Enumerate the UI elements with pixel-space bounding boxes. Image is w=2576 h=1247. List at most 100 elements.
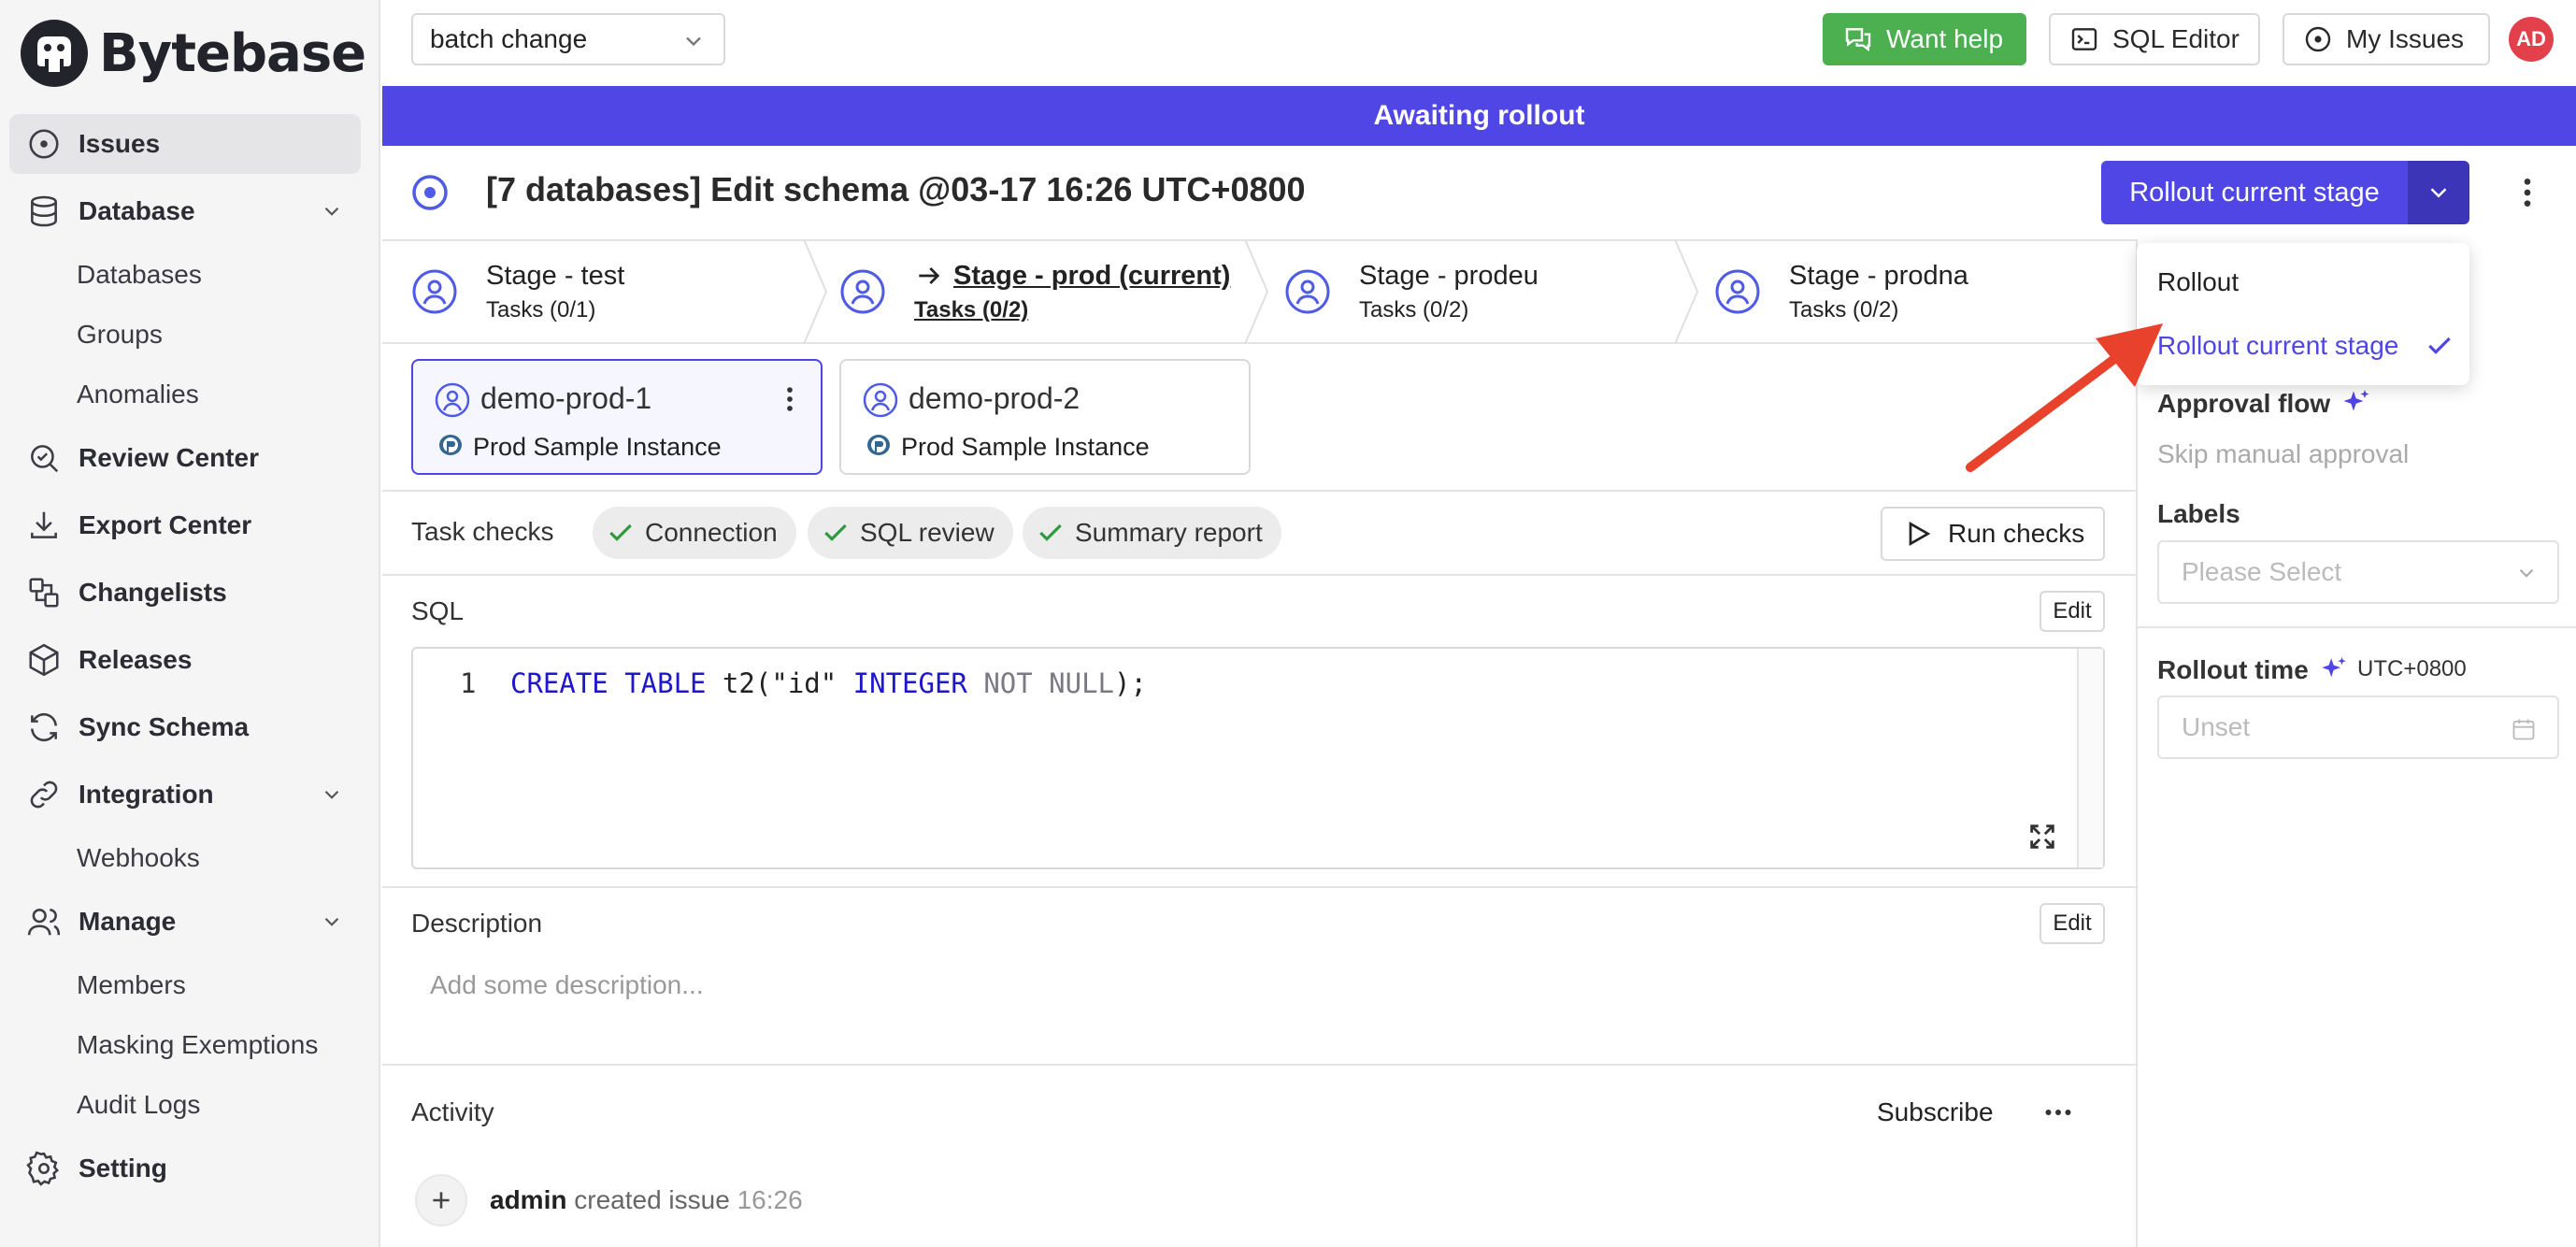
check-label: Summary report xyxy=(1075,518,1263,547)
sql-code[interactable]: CREATE TABLE t2("id" INTEGER NOT NULL); xyxy=(510,667,1147,699)
task-card-demo-prod-2[interactable]: demo-prod-2 Prod Sample Instance xyxy=(839,359,1251,475)
task-name: demo-prod-2 xyxy=(909,381,1080,415)
sql-editor-label: SQL Editor xyxy=(2112,24,2240,53)
want-help-button[interactable]: Want help xyxy=(1823,13,2026,65)
rollout-options-button[interactable] xyxy=(2408,161,2469,224)
sidebar-item-changelists[interactable]: Changelists xyxy=(9,563,361,623)
sidebar-sub-groups[interactable]: Groups xyxy=(77,316,163,353)
rollout-time-placeholder: Unset xyxy=(2182,712,2251,741)
run-checks-button[interactable]: Run checks xyxy=(1881,507,2105,561)
rollout-current-stage-button[interactable]: Rollout current stage xyxy=(2101,161,2408,224)
sql-edit-button[interactable]: Edit xyxy=(2039,591,2105,632)
check-icon xyxy=(824,523,847,541)
line-number: 1 xyxy=(460,667,477,699)
more-horizontal-icon[interactable] xyxy=(2041,1096,2075,1129)
sidebar-sub-masking-exemptions[interactable]: Masking Exemptions xyxy=(77,1026,318,1064)
description-edit-button[interactable]: Edit xyxy=(2039,903,2105,944)
check-sql-review[interactable]: SQL review xyxy=(808,507,1013,559)
sidebar-item-database[interactable]: Database xyxy=(9,181,361,241)
activity-title: Activity xyxy=(411,1097,494,1126)
annotation-arrow xyxy=(1966,323,2163,472)
approval-flow-label: Approval flow xyxy=(2157,387,2373,421)
check-label: Connection xyxy=(645,518,778,547)
sidebar-sub-members[interactable]: Members xyxy=(77,967,186,1004)
sidebar-item-issues[interactable]: Issues xyxy=(9,114,361,174)
rollout-time-label: Rollout time xyxy=(2157,654,2350,686)
project-select[interactable]: batch change xyxy=(411,13,725,65)
gear-icon xyxy=(26,1151,60,1186)
sql-scrollbar[interactable] xyxy=(2077,649,2103,867)
activity-user[interactable]: admin xyxy=(490,1185,566,1214)
rollout-time-picker[interactable]: Unset xyxy=(2157,695,2559,759)
sidebar-item-sync-schema[interactable]: Sync Schema xyxy=(9,697,361,757)
download-icon xyxy=(31,511,57,538)
sidebar-item-label: Sync Schema xyxy=(79,712,250,741)
review-search-icon xyxy=(31,445,59,473)
sql-editor-button[interactable]: SQL Editor xyxy=(2049,13,2260,65)
user-avatar[interactable]: AD xyxy=(2509,17,2554,62)
sidebar-item-setting[interactable]: Setting xyxy=(9,1139,361,1198)
activity-time: 16:26 xyxy=(737,1185,803,1214)
stage-title: Stage - prod (current) xyxy=(953,261,1231,291)
users-icon xyxy=(27,909,61,936)
sidebar-item-integration[interactable]: Integration xyxy=(9,765,361,824)
sparkle-icon xyxy=(2343,390,2369,411)
rollout-dropdown-menu: Rollout Rollout current stage xyxy=(2137,243,2469,385)
stage-user-icon xyxy=(412,269,457,314)
sidebar-item-label: Integration xyxy=(79,780,214,809)
run-checks-label: Run checks xyxy=(1948,519,2085,548)
stage-title: Stage - test xyxy=(486,261,625,291)
task-instance: Prod Sample Instance xyxy=(436,432,722,462)
labels-select[interactable]: Please Select xyxy=(2157,540,2559,604)
sidebar-sub-anomalies[interactable]: Anomalies xyxy=(77,376,199,413)
terminal-icon xyxy=(2071,28,2097,50)
chevron-down-icon xyxy=(324,917,339,926)
stage-prodeu[interactable]: Stage - prodeu Tasks (0/2) xyxy=(1284,239,1538,344)
sidebar-item-label: Setting xyxy=(79,1154,167,1182)
expand-icon[interactable] xyxy=(2026,821,2058,853)
stage-prodna[interactable]: Stage - prodna Tasks (0/2) xyxy=(1714,239,1968,344)
description-title: Description xyxy=(411,909,543,938)
sidebar-item-label: Database xyxy=(79,196,195,225)
my-issues-button[interactable]: My Issues xyxy=(2283,13,2490,65)
check-icon xyxy=(1039,523,1062,541)
brand-name: Bytebase xyxy=(99,22,366,84)
rollout-time-text: Rollout time xyxy=(2157,655,2309,684)
issue-title[interactable]: [7 databases] Edit schema @03-17 16:26 U… xyxy=(486,170,1306,209)
chevron-down-icon xyxy=(2519,568,2534,578)
sidebar-item-manage[interactable]: Manage xyxy=(9,892,361,952)
chevron-down-icon xyxy=(686,36,701,47)
changelist-icon xyxy=(29,578,59,608)
my-issues-label: My Issues xyxy=(2346,24,2465,53)
check-summary-report[interactable]: Summary report xyxy=(1023,507,1281,559)
postgresql-icon xyxy=(867,435,890,455)
check-connection[interactable]: Connection xyxy=(593,507,796,559)
description-placeholder[interactable]: Add some description... xyxy=(430,970,704,1000)
dropdown-item-rollout-current-stage[interactable]: Rollout current stage xyxy=(2157,331,2398,361)
sidebar-item-export-center[interactable]: Export Center xyxy=(9,495,361,555)
sidebar-item-releases[interactable]: Releases xyxy=(9,630,361,690)
stage-prod-current[interactable]: Stage - prod (current) Tasks (0/2) xyxy=(839,239,1230,344)
postgresql-icon xyxy=(439,435,462,455)
stage-tasks: Tasks (0/2) xyxy=(1359,297,1469,322)
task-instance-name: Prod Sample Instance xyxy=(901,432,1150,461)
sql-token: t2("id" xyxy=(706,667,853,699)
stage-test[interactable]: Stage - test Tasks (0/1) xyxy=(411,239,624,344)
dropdown-item-rollout[interactable]: Rollout xyxy=(2157,267,2239,297)
bytebase-logo[interactable]: Bytebase xyxy=(19,17,366,90)
timezone-label: UTC+0800 xyxy=(2357,656,2467,681)
sidebar-sub-audit-logs[interactable]: Audit Logs xyxy=(77,1086,200,1124)
subscribe-button[interactable]: Subscribe xyxy=(1877,1097,1994,1127)
stage-user-icon xyxy=(1715,269,1760,314)
bytebase-logo-icon xyxy=(21,20,88,87)
more-vertical-icon[interactable] xyxy=(2509,174,2546,211)
more-vertical-icon[interactable] xyxy=(774,383,806,415)
activity-entry: admin created issue 16:26 xyxy=(490,1185,803,1215)
sql-token: CREATE TABLE xyxy=(510,667,707,699)
chevron-down-icon xyxy=(324,790,339,799)
task-card-demo-prod-1[interactable]: demo-prod-1 Prod Sample Instance xyxy=(411,359,823,475)
sidebar-item-review-center[interactable]: Review Center xyxy=(9,428,361,488)
sidebar-sub-databases[interactable]: Databases xyxy=(77,256,202,294)
activity-action: created issue xyxy=(566,1185,737,1214)
sidebar-sub-webhooks[interactable]: Webhooks xyxy=(77,839,200,877)
